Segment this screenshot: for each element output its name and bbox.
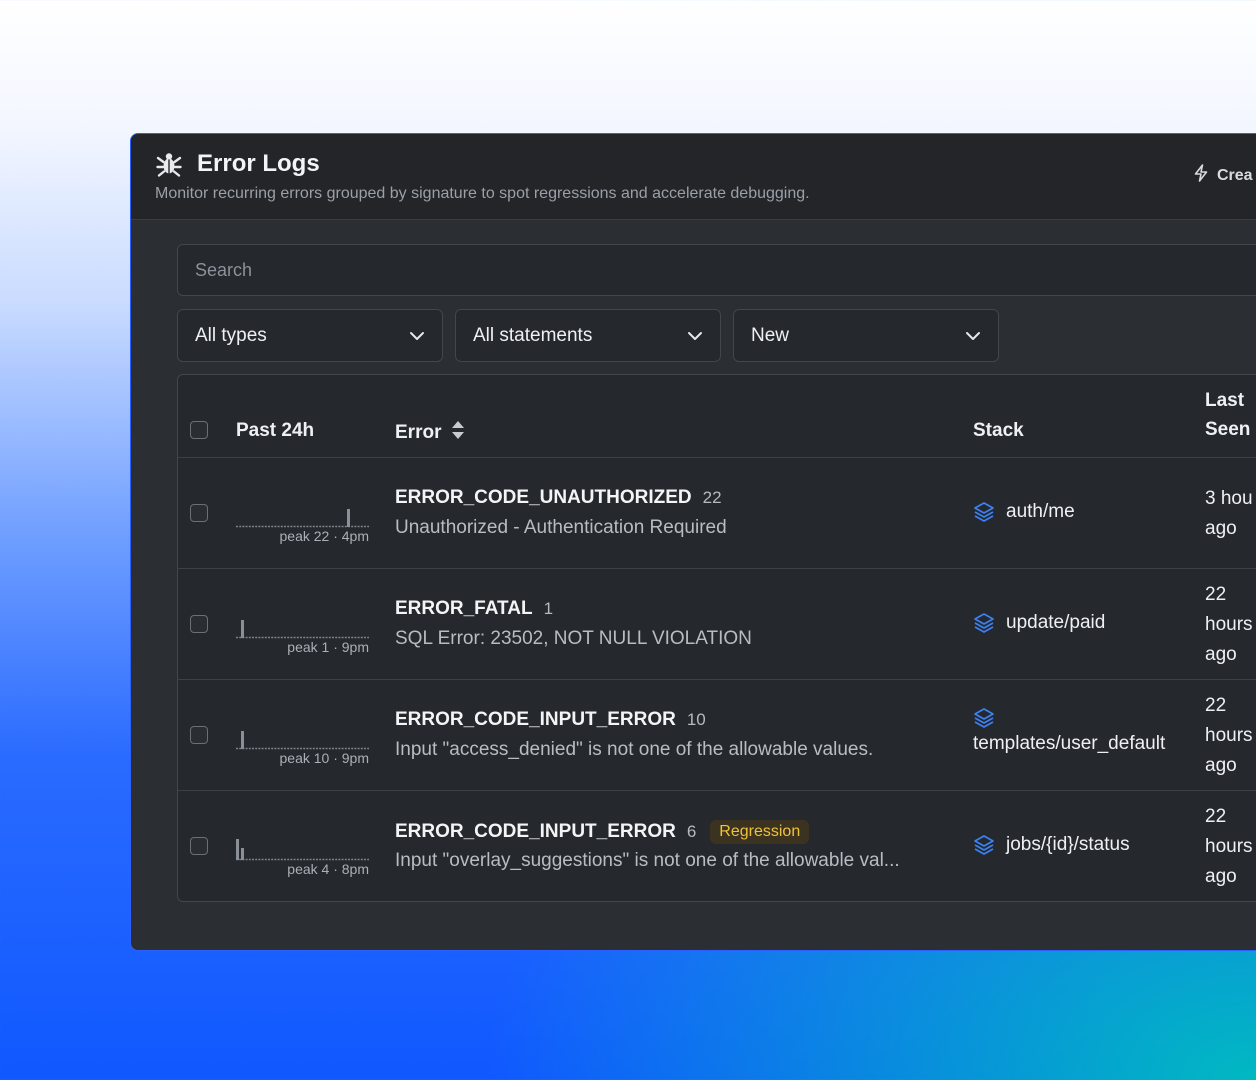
sparkline-chart (236, 731, 369, 750)
last-seen-line: hours (1205, 725, 1253, 746)
sparkline-chart (236, 839, 369, 861)
last-seen-line: 22 (1205, 584, 1227, 605)
create-button-label: Crea (1217, 166, 1253, 184)
regression-badge: Regression (710, 820, 810, 844)
page-title: Error Logs (197, 150, 320, 177)
column-header-past24h: Past 24h (236, 420, 315, 441)
lightning-icon (1193, 164, 1209, 187)
error-code-label: ERROR_FATAL (395, 598, 533, 619)
status-filter-value: New (751, 324, 790, 346)
stack-label: update/paid (1006, 612, 1106, 633)
row-checkbox[interactable] (190, 726, 208, 744)
last-seen-line: ago (1205, 518, 1237, 539)
error-message: SQL Error: 23502, NOT NULL VIOLATION (395, 628, 752, 649)
last-seen-line: ago (1205, 644, 1237, 665)
table-row[interactable]: peak 4 · 8pm ERROR_CODE_INPUT_ERROR 6 Re… (178, 791, 1256, 901)
search-input[interactable] (177, 244, 1256, 296)
error-count: 1 (543, 599, 554, 618)
last-seen: 22 hours ago (1205, 802, 1253, 892)
column-header-error-label: Error (395, 422, 442, 443)
stack-label: templates/user_default (973, 733, 1166, 754)
error-table: Past 24h Error Stack Last Seen peak 22 ·… (177, 374, 1256, 902)
error-code-label: ERROR_CODE_UNAUTHORIZED (395, 487, 692, 508)
main-content: All types All statements New (177, 244, 1256, 902)
last-seen: 3 hou ago (1205, 484, 1253, 544)
chevron-down-icon (965, 325, 981, 347)
panel-header: Error Logs Monitor recurring errors grou… (131, 134, 1256, 220)
peak-label: peak 10 · 9pm (279, 750, 370, 766)
statement-filter-value: All statements (473, 324, 593, 346)
bug-icon (155, 150, 183, 178)
stack-label: auth/me (1006, 501, 1075, 522)
column-header-last-seen-line2: Seen (1205, 419, 1251, 440)
error-count: 22 (702, 488, 722, 507)
status-filter-select[interactable]: New (733, 309, 999, 362)
stack-cell[interactable]: jobs/{id}/status (973, 834, 1130, 856)
column-header-last-seen-line1: Last (1205, 390, 1245, 411)
layers-icon (973, 612, 995, 634)
row-checkbox[interactable] (190, 504, 208, 522)
sort-icon (451, 420, 465, 446)
stack-cell[interactable]: templates/user_default (973, 707, 1165, 755)
sparkline-chart (236, 620, 369, 639)
error-code: ERROR_FATAL 1 (395, 598, 553, 620)
page-subtitle: Monitor recurring errors grouped by sign… (155, 185, 810, 202)
sparkline-24h: peak 4 · 8pm (236, 831, 369, 877)
last-seen-line: hours (1205, 836, 1253, 857)
last-seen-line: 22 (1205, 695, 1227, 716)
error-code-label: ERROR_CODE_INPUT_ERROR (395, 709, 676, 730)
last-seen-line: 3 hou (1205, 488, 1253, 509)
table-row[interactable]: peak 1 · 9pm ERROR_FATAL 1 SQL Error: 23… (178, 569, 1256, 680)
column-header-stack: Stack (973, 420, 1024, 441)
sparkline-24h: peak 10 · 9pm (236, 720, 369, 766)
chevron-down-icon (409, 325, 425, 347)
title-row: Error Logs (155, 150, 320, 178)
error-message: Unauthorized - Authentication Required (395, 517, 727, 538)
peak-label: peak 22 · 4pm (279, 528, 370, 544)
row-checkbox[interactable] (190, 615, 208, 633)
error-message: Input "access_denied" is not one of the … (395, 739, 874, 760)
table-row[interactable]: peak 10 · 9pm ERROR_CODE_INPUT_ERROR 10 … (178, 680, 1256, 791)
create-button[interactable]: Crea (1193, 164, 1253, 187)
layers-icon (973, 501, 995, 523)
sparkline-chart (236, 509, 369, 528)
stack-cell[interactable]: update/paid (973, 612, 1105, 634)
sparkline-24h: peak 22 · 4pm (236, 498, 369, 544)
error-code: ERROR_CODE_INPUT_ERROR 10 (395, 709, 706, 731)
chevron-down-icon (687, 325, 703, 347)
filter-bar: All types All statements New (177, 309, 1256, 362)
error-count: 6 (686, 822, 697, 841)
error-code-label: ERROR_CODE_INPUT_ERROR (395, 821, 676, 842)
last-seen-line: ago (1205, 755, 1237, 776)
layers-icon (973, 707, 995, 729)
layers-icon (973, 834, 995, 856)
error-message: Input "overlay_suggestions" is not one o… (395, 850, 900, 871)
row-checkbox[interactable] (190, 837, 208, 855)
last-seen: 22 hours ago (1205, 691, 1253, 781)
type-filter-value: All types (195, 324, 267, 346)
stack-label: jobs/{id}/status (1006, 834, 1130, 855)
last-seen-line: 22 (1205, 806, 1227, 827)
type-filter-select[interactable]: All types (177, 309, 443, 362)
error-code: ERROR_CODE_UNAUTHORIZED 22 (395, 487, 722, 509)
peak-label: peak 4 · 8pm (287, 861, 369, 877)
error-code: ERROR_CODE_INPUT_ERROR 6 Regression (395, 820, 810, 844)
last-seen: 22 hours ago (1205, 580, 1253, 670)
column-header-error[interactable]: Error (395, 420, 465, 446)
table-header: Past 24h Error Stack Last Seen (178, 375, 1256, 458)
statement-filter-select[interactable]: All statements (455, 309, 721, 362)
sparkline-24h: peak 1 · 9pm (236, 609, 369, 655)
error-logs-panel: Error Logs Monitor recurring errors grou… (130, 133, 1256, 951)
stack-cell[interactable]: auth/me (973, 501, 1075, 523)
last-seen-line: ago (1205, 866, 1237, 887)
select-all-checkbox[interactable] (190, 421, 208, 439)
last-seen-line: hours (1205, 614, 1253, 635)
error-count: 10 (686, 710, 706, 729)
table-row[interactable]: peak 22 · 4pm ERROR_CODE_UNAUTHORIZED 22… (178, 458, 1256, 569)
peak-label: peak 1 · 9pm (287, 639, 369, 655)
